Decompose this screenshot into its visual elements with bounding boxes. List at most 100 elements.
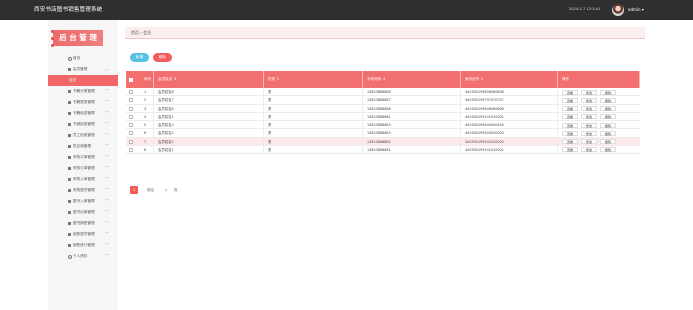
row-checkbox[interactable] [129,114,133,119]
view-button[interactable]: 查看 [562,114,578,120]
delete-row-button[interactable]: 删除 [600,114,616,120]
sidebar-item[interactable]: 采购订单管理 ﹀ [48,163,118,174]
sidebar-nav: 首页 会员管理 ︿ 会员 书籍分类管理 ﹀ 书籍类型管理 ﹀ 书籍信息管理 ﹀ 书城信息管理 ﹀ 员工信… [48,53,118,262]
table-row[interactable]: 7 会员姓名2 男 13823888882 440300199202020002 查看 修改… [126,137,640,146]
delete-row-button[interactable]: 删除 [600,106,616,112]
row-checkbox[interactable] [129,139,133,144]
table-cell: 男 [264,96,363,105]
delete-row-button[interactable]: 删除 [600,147,616,153]
avatar[interactable] [612,4,624,16]
table-cell: 男 [264,137,363,146]
sidebar-item-label: 首页 [73,56,81,60]
edit-button[interactable]: 修改 [581,114,597,120]
row-checkbox[interactable] [129,90,133,94]
delete-row-button[interactable]: 删除 [600,89,616,95]
sidebar-item[interactable]: 书籍分类管理 ﹀ [48,86,118,97]
sidebar-item[interactable]: 图书销售管理 ﹀ [48,218,118,229]
row-checkbox[interactable] [129,98,133,103]
view-button[interactable]: 查看 [562,139,578,145]
column-header[interactable]: 会员姓名 ↕ [154,71,264,88]
grid-icon [68,123,71,126]
table-row[interactable]: 8 会员姓名1 男 13823888881 440300199101010001 查看 修改… [126,145,640,154]
chevron-icon: ﹀ [105,221,109,225]
sidebar-item-label: 采购订单管理 [73,166,95,170]
row-checkbox[interactable] [129,147,133,152]
sidebar-item[interactable]: 供应商管理 ﹀ [48,141,118,152]
column-header[interactable]: 操作 [558,71,640,88]
view-button[interactable]: 查看 [562,89,578,95]
delete-button[interactable]: 删除 [153,53,172,62]
view-button[interactable]: 查看 [562,122,578,128]
table-row[interactable]: 1 会员姓名8 男 13823888888 440300199808080808 查看 修改… [126,88,640,97]
sidebar-item-label: 图书出库管理 [73,210,95,214]
table-row[interactable]: 2 会员姓名7 男 13823888887 440300199707070707 查看 修改… [126,96,640,105]
column-header[interactable]: 身份证号 ↕ [461,71,558,88]
sidebar-item[interactable]: 采购订单管理 ﹀ [48,152,118,163]
delete-row-button[interactable]: 删除 [600,130,616,136]
add-button[interactable]: 新增 [130,53,149,62]
sidebar-item[interactable]: 个人资料 ﹀ [48,251,118,262]
view-button[interactable]: 查看 [562,97,578,103]
sidebar-item[interactable]: 员工信息管理 ﹀ [48,130,118,141]
sidebar-item[interactable]: 图书出库管理 ﹀ [48,207,118,218]
edit-button[interactable]: 修改 [581,97,597,103]
grid-icon [68,145,71,148]
table-row[interactable]: 3 会员姓名6 男 13823888886 440300199606060606 查看 修改… [126,104,640,113]
sidebar-item[interactable]: 销售统计管理 ﹀ [48,240,118,251]
table-row[interactable]: 4 会员姓名1 男 13823888881 440300199101010001 查看 修改… [126,112,640,121]
logo-pin-icon [51,30,54,33]
sidebar-item[interactable]: 会员 [48,75,118,86]
sidebar-item-label: 书城信息管理 [73,122,95,126]
chevron-icon: ﹀ [105,89,109,93]
view-button[interactable]: 查看 [562,130,578,136]
sidebar-item[interactable]: 销售退货管理 ﹀ [48,229,118,240]
edit-button[interactable]: 修改 [581,122,597,128]
view-button[interactable]: 查看 [562,147,578,153]
sidebar-item-label: 采购订单管理 [73,155,95,159]
table-cell: 13823888882 [363,137,461,146]
table-row[interactable]: 6 会员姓名2 男 13823888883 440300199303030003 查看 修改… [126,129,640,138]
breadcrumb[interactable]: 首页 › 会员 [125,27,645,39]
edit-button[interactable]: 修改 [581,147,597,153]
pager-goto-label: 前往 [147,188,155,192]
delete-row-button[interactable]: 删除 [600,122,616,128]
sidebar-item[interactable]: 采购入库管理 ﹀ [48,174,118,185]
table-cell: 440300199808080808 [461,88,558,97]
sidebar-item[interactable]: 书籍信息管理 ﹀ [48,108,118,119]
table-header: 序号 会员姓名 ↕ 性别 ↕ 手机号码 ↕ 身份证号 ↕ 操作 [126,71,640,88]
column-header[interactable]: 手机号码 ↕ [363,71,461,88]
pager-goto-input[interactable]: 1 [162,186,170,194]
column-header[interactable]: 性别 ↕ [264,71,363,88]
row-checkbox[interactable] [129,106,133,111]
sidebar-item-label: 书籍类型管理 [73,100,95,104]
edit-button[interactable]: 修改 [581,130,597,136]
edit-button[interactable]: 修改 [581,106,597,112]
table-cell: 3 [140,104,154,113]
sidebar-item[interactable]: 采购退货管理 ﹀ [48,185,118,196]
user-menu[interactable]: admin ▾ [628,7,644,12]
select-all-checkbox[interactable] [129,77,133,82]
edit-button[interactable]: 修改 [581,89,597,95]
chevron-icon: ﹀ [105,199,109,203]
delete-row-button[interactable]: 删除 [600,97,616,103]
grid-icon [68,244,71,247]
edit-button[interactable]: 修改 [581,139,597,145]
row-checkbox[interactable] [129,123,133,127]
table-row[interactable]: 5 会员姓名3 男 13823888883 440300199404040404 查看 修改… [126,121,640,130]
row-checkbox[interactable] [129,131,133,136]
sidebar-item[interactable]: 首页 [48,53,118,64]
sidebar-item[interactable]: 图书入库管理 ﹀ [48,196,118,207]
grid-icon [68,68,71,71]
sidebar-item[interactable]: 书城信息管理 ﹀ [48,119,118,130]
sidebar-item[interactable]: 会员管理 ︿ [48,64,118,75]
sidebar-item[interactable]: 书籍类型管理 ﹀ [48,97,118,108]
delete-row-button[interactable]: 删除 [600,139,616,145]
table-cell: 会员姓名1 [154,112,264,121]
table-cell: 男 [264,88,363,97]
page-number-current[interactable]: 1 [130,186,138,194]
table-cell: 440300199606060606 [461,104,558,113]
table-cell: 13823888881 [363,145,461,154]
view-button[interactable]: 查看 [562,106,578,112]
column-header[interactable]: 序号 [140,71,154,88]
grid-icon [68,233,71,236]
